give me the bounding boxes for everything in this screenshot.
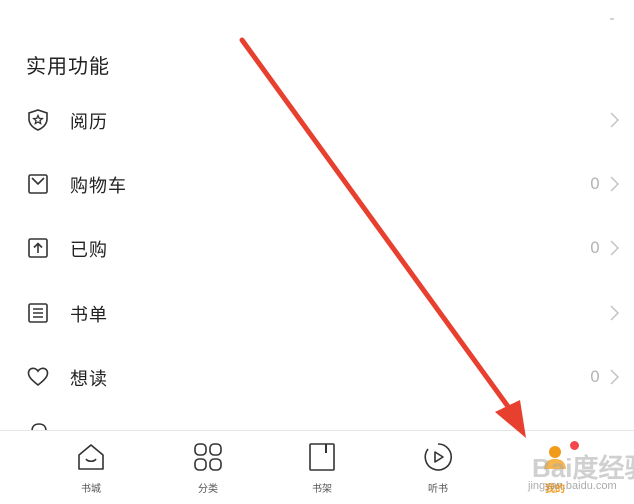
menu-item-want-to-read[interactable]: 想读 0 xyxy=(0,345,634,409)
list-icon xyxy=(28,303,48,323)
chevron-right-icon xyxy=(610,112,620,128)
watermark-url: jingyan.baidu.com xyxy=(528,480,617,492)
menu-item-reading-history[interactable]: 阅历 xyxy=(0,88,634,152)
menu-item-label: 已购 xyxy=(70,240,108,261)
chevron-right-icon xyxy=(610,369,620,385)
shield-star-icon xyxy=(28,109,48,131)
tab-bookstore[interactable]: 书城 xyxy=(36,431,146,504)
bookstore-icon xyxy=(78,444,104,470)
baidu-jingyan-watermark: Bai度经验 jingyan.baidu.com xyxy=(476,440,634,504)
shopping-bag-icon xyxy=(28,174,48,194)
purchased-count: 0 xyxy=(589,238,600,257)
menu-item-label: 书单 xyxy=(70,305,108,326)
play-listen-icon xyxy=(424,443,453,471)
chevron-right-icon xyxy=(610,240,620,256)
cart-count: 0 xyxy=(589,174,600,193)
heart-icon xyxy=(27,367,49,387)
menu-item-purchased[interactable]: 已购 0 xyxy=(0,216,634,280)
tab-label: 分类 xyxy=(198,484,218,495)
menu-item-label: 想读 xyxy=(70,369,108,390)
menu-item-booklist[interactable]: 书单 xyxy=(0,281,634,345)
section-title: 实用功能 xyxy=(26,54,110,78)
chevron-right-icon xyxy=(610,305,620,321)
tab-bookshelf[interactable]: 书架 xyxy=(267,431,377,504)
menu-item-shopping-cart[interactable]: 购物车 0 xyxy=(0,152,634,216)
menu-item-label: 阅历 xyxy=(70,112,108,133)
top-edge xyxy=(0,0,634,30)
bookshelf-icon xyxy=(309,443,335,471)
grid-category-icon xyxy=(194,443,222,471)
menu-item-label: 购物车 xyxy=(70,176,127,197)
chevron-right-icon xyxy=(610,176,620,192)
tab-category[interactable]: 分类 xyxy=(153,431,263,504)
want-to-read-count: 0 xyxy=(589,367,600,386)
purchased-upload-icon xyxy=(28,238,48,258)
tab-label: 书架 xyxy=(312,484,332,495)
top-divider-mark xyxy=(610,18,614,20)
tab-label: 书城 xyxy=(81,484,101,495)
